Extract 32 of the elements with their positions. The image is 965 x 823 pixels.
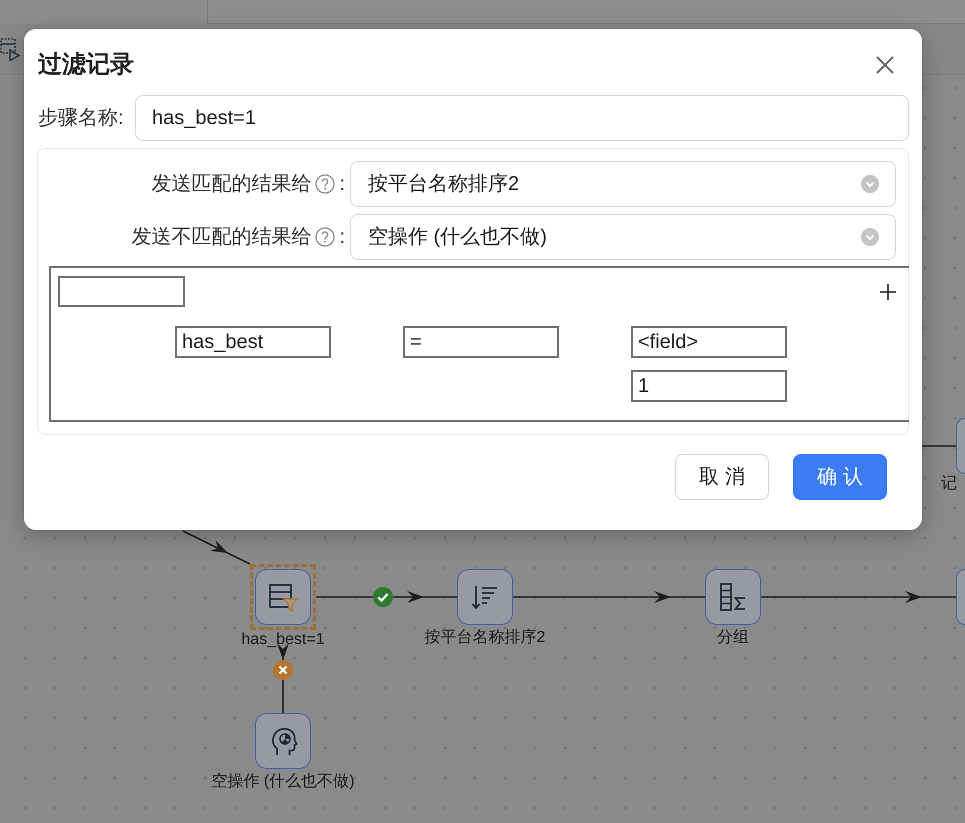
step-node[interactable] bbox=[255, 713, 311, 769]
close-icon[interactable] bbox=[875, 55, 895, 75]
condition-field[interactable]: = bbox=[403, 326, 559, 358]
node-label: 空操作 (什么也不做) bbox=[211, 773, 355, 791]
dropdown-field[interactable]: 按平台名称排序2 bbox=[350, 161, 896, 207]
dropdown-field[interactable]: 空操作 (什么也不做) bbox=[350, 214, 896, 260]
field-label: 步骤名称: bbox=[38, 106, 125, 131]
dialog-title: 过滤记录 bbox=[38, 50, 134, 80]
help-icon bbox=[315, 227, 336, 247]
help-icon bbox=[315, 174, 336, 194]
step-node[interactable] bbox=[705, 569, 761, 625]
step-node[interactable] bbox=[956, 418, 965, 474]
calendar-play-icon[interactable] bbox=[0, 37, 20, 61]
field-label: 发送不匹配的结果给 bbox=[131, 225, 312, 250]
node-label: 按平台名称排序2 bbox=[424, 629, 546, 647]
condition-value-field[interactable]: 1 bbox=[631, 370, 787, 402]
label-colon: : bbox=[339, 225, 345, 250]
condition-field[interactable]: has_best bbox=[175, 326, 331, 358]
plus-icon[interactable] bbox=[880, 284, 896, 300]
confirm-button[interactable]: 确 认 bbox=[793, 454, 887, 500]
condition-field[interactable]: <field> bbox=[631, 326, 787, 358]
step-node[interactable] bbox=[956, 569, 965, 625]
label-colon: : bbox=[339, 172, 345, 197]
node-label: 分组 bbox=[717, 629, 749, 647]
node-label: 记 bbox=[941, 475, 957, 493]
node-label: has_best=1 bbox=[241, 631, 325, 649]
table-funnel-icon bbox=[267, 581, 299, 613]
step-node[interactable] bbox=[457, 569, 513, 625]
step-name-field[interactable]: has_best=1 bbox=[135, 95, 909, 141]
field-label: 发送匹配的结果给 bbox=[151, 172, 312, 197]
condition-name-field[interactable] bbox=[58, 276, 185, 307]
cancel-button[interactable]: 取 消 bbox=[675, 454, 769, 500]
